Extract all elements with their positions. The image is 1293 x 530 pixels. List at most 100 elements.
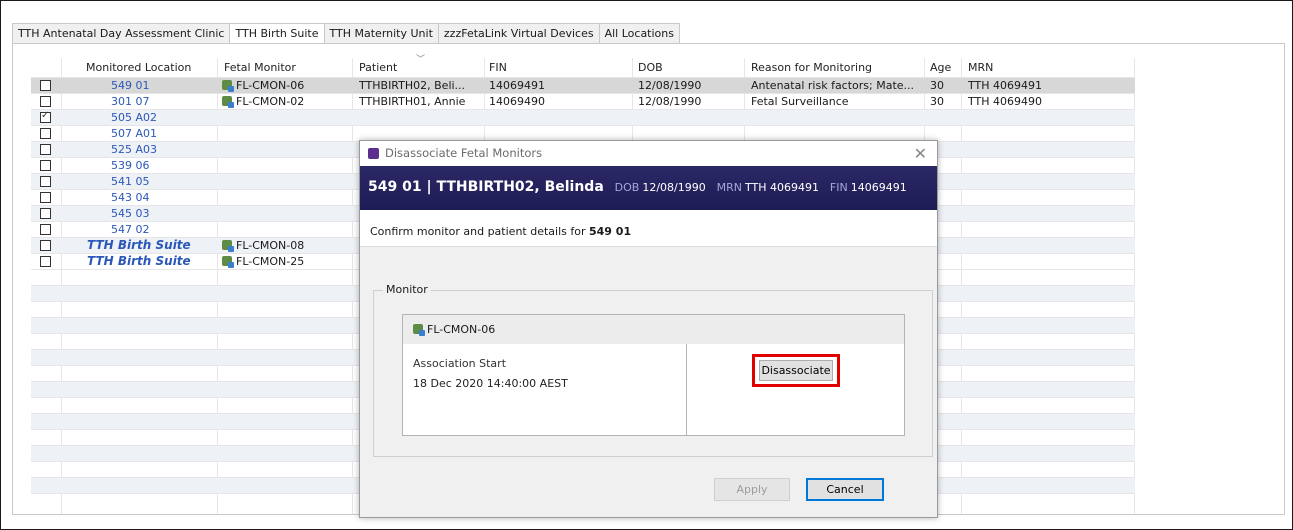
disassociate-button[interactable]: Disassociate [759, 360, 833, 381]
monitor-cell: FL-CMON-25 [222, 254, 304, 269]
header-dob[interactable]: DOB [638, 58, 663, 77]
banner-separator: | [426, 179, 432, 195]
monitor-name: FL-CMON-06 [427, 323, 496, 336]
location-cell[interactable]: TTH Birth Suite [87, 238, 191, 253]
monitor-card-header: FL-CMON-06 [403, 315, 904, 344]
table-row[interactable]: 301 07 FL-CMON-02 TTHBIRTH01, Annie 1406… [31, 93, 1135, 109]
fin-cell: 14069491 [489, 79, 545, 92]
banner-fin-label: FIN [829, 181, 848, 194]
monitor-cell: FL-CMON-08 [222, 238, 304, 253]
row-checkbox[interactable] [40, 128, 51, 139]
table-row[interactable]: 549 01 FL-CMON-06 TTHBIRTH02, Beli... 14… [31, 77, 1135, 93]
monitor-label: FL-CMON-06 [236, 79, 305, 92]
dialog-title-bar[interactable]: Disassociate Fetal Monitors ✕ [360, 141, 937, 166]
banner-location: 549 01 [368, 179, 422, 195]
tab-all-locations[interactable]: All Locations [598, 23, 680, 44]
monitor-card: FL-CMON-06 Association Start 18 Dec 2020… [402, 314, 905, 436]
tab-virtual-devices[interactable]: zzzFetaLink Virtual Devices [437, 23, 599, 44]
location-cell[interactable]: TTH Birth Suite [87, 254, 191, 269]
mrn-cell: TTH 4069491 [968, 79, 1043, 92]
monitor-icon [222, 80, 234, 92]
header-age[interactable]: Age [930, 58, 951, 77]
banner-fin: 14069491 [850, 181, 907, 194]
patient-cell: TTHBIRTH02, Beli... [359, 79, 466, 92]
dob-cell: 12/08/1990 [638, 79, 702, 92]
dialog-title: Disassociate Fetal Monitors [385, 146, 543, 160]
age-cell: 30 [930, 95, 944, 108]
monitor-icon [222, 256, 234, 268]
monitor-group-label: Monitor [383, 283, 431, 296]
location-cell[interactable]: 539 06 [111, 158, 150, 173]
table-row[interactable]: 505 A02 [31, 109, 1135, 125]
monitor-icon [413, 324, 425, 336]
monitor-label: FL-CMON-25 [236, 255, 305, 268]
banner-patient-name: TTHBIRTH02, Belinda [436, 179, 604, 195]
banner-dob: 12/08/1990 [642, 181, 706, 194]
row-checkbox[interactable] [40, 208, 51, 219]
mrn-cell: TTH 4069490 [968, 95, 1043, 108]
tab-antenatal-clinic[interactable]: TTH Antenatal Day Assessment Clinic [12, 23, 230, 44]
monitor-icon [222, 96, 234, 108]
row-checkbox[interactable] [40, 80, 51, 91]
row-checkbox[interactable] [40, 192, 51, 203]
header-mrn[interactable]: MRN [968, 58, 993, 77]
location-cell[interactable]: 547 02 [111, 222, 150, 237]
close-icon[interactable]: ✕ [914, 141, 927, 166]
location-cell[interactable]: 543 04 [111, 190, 150, 205]
dialog-footer: Apply Cancel [360, 466, 937, 517]
row-checkbox[interactable] [40, 224, 51, 235]
monitor-card-title: FL-CMON-06 [413, 315, 495, 344]
monitor-label: FL-CMON-02 [236, 95, 305, 108]
monitor-cell: FL-CMON-06 [222, 78, 304, 93]
association-start-label: Association Start [413, 357, 507, 370]
patient-cell: TTHBIRTH01, Annie [359, 95, 466, 108]
header-fetal-monitor[interactable]: Fetal Monitor [224, 58, 296, 77]
reason-cell: Antenatal risk factors; Mate... [751, 79, 915, 92]
apply-button[interactable]: Apply [714, 478, 790, 501]
banner-text: 549 01 | TTHBIRTH02, Belinda DOB 12/08/19… [368, 179, 907, 195]
row-checkbox[interactable] [40, 96, 51, 107]
tab-maternity-unit[interactable]: TTH Maternity Unit [323, 23, 438, 44]
fin-cell: 14069490 [489, 95, 545, 108]
location-cell[interactable]: 507 A01 [111, 126, 157, 141]
confirm-message: Confirm monitor and patient details for … [370, 225, 631, 238]
banner-mrn: TTH 4069491 [745, 181, 820, 194]
row-checkbox[interactable] [40, 176, 51, 187]
location-cell[interactable]: 541 05 [111, 174, 150, 189]
row-checkbox[interactable] [40, 144, 51, 155]
cancel-button[interactable]: Cancel [806, 478, 884, 501]
location-cell[interactable]: 549 01 [111, 78, 150, 93]
banner-dob-label: DOB [614, 181, 640, 194]
app-window: TTH Antenatal Day Assessment Clinic TTH … [0, 0, 1293, 530]
location-cell[interactable]: 301 07 [111, 94, 150, 109]
header-patient[interactable]: Patient [359, 58, 397, 77]
header-fin[interactable]: FIN [489, 58, 507, 77]
row-checkbox[interactable] [40, 240, 51, 251]
divider [686, 344, 687, 435]
row-checkbox[interactable] [40, 256, 51, 267]
banner-mrn-label: MRN [716, 181, 742, 194]
confirm-text: Confirm monitor and patient details for [370, 225, 586, 238]
disassociate-dialog: Disassociate Fetal Monitors ✕ 549 01 | T… [359, 140, 938, 518]
table-row[interactable]: 507 A01 [31, 125, 1135, 141]
dialog-body: Monitor FL-CMON-06 Association Start 18 … [360, 247, 937, 466]
location-cell[interactable]: 525 A03 [111, 142, 157, 157]
row-checkbox[interactable] [40, 110, 51, 123]
monitor-cell: FL-CMON-02 [222, 94, 304, 109]
dob-cell: 12/08/1990 [638, 95, 702, 108]
header-monitored-location[interactable]: Monitored Location [86, 58, 191, 77]
monitor-icon [222, 240, 234, 252]
monitor-group: Monitor FL-CMON-06 Association Start 18 … [373, 283, 933, 457]
disassociate-highlight: Disassociate [752, 354, 840, 387]
location-cell[interactable]: 545 03 [111, 206, 150, 221]
location-tabs: TTH Antenatal Day Assessment Clinic TTH … [12, 23, 680, 45]
tab-birth-suite[interactable]: TTH Birth Suite [229, 23, 324, 45]
header-reason[interactable]: Reason for Monitoring [751, 58, 872, 77]
patient-banner: 549 01 | TTHBIRTH02, Belinda DOB 12/08/19… [360, 166, 937, 210]
app-icon [368, 148, 379, 159]
age-cell: 30 [930, 79, 944, 92]
monitor-label: FL-CMON-08 [236, 239, 305, 252]
location-cell[interactable]: 505 A02 [111, 110, 157, 125]
row-checkbox[interactable] [40, 160, 51, 171]
confirm-location: 549 01 [589, 225, 632, 238]
